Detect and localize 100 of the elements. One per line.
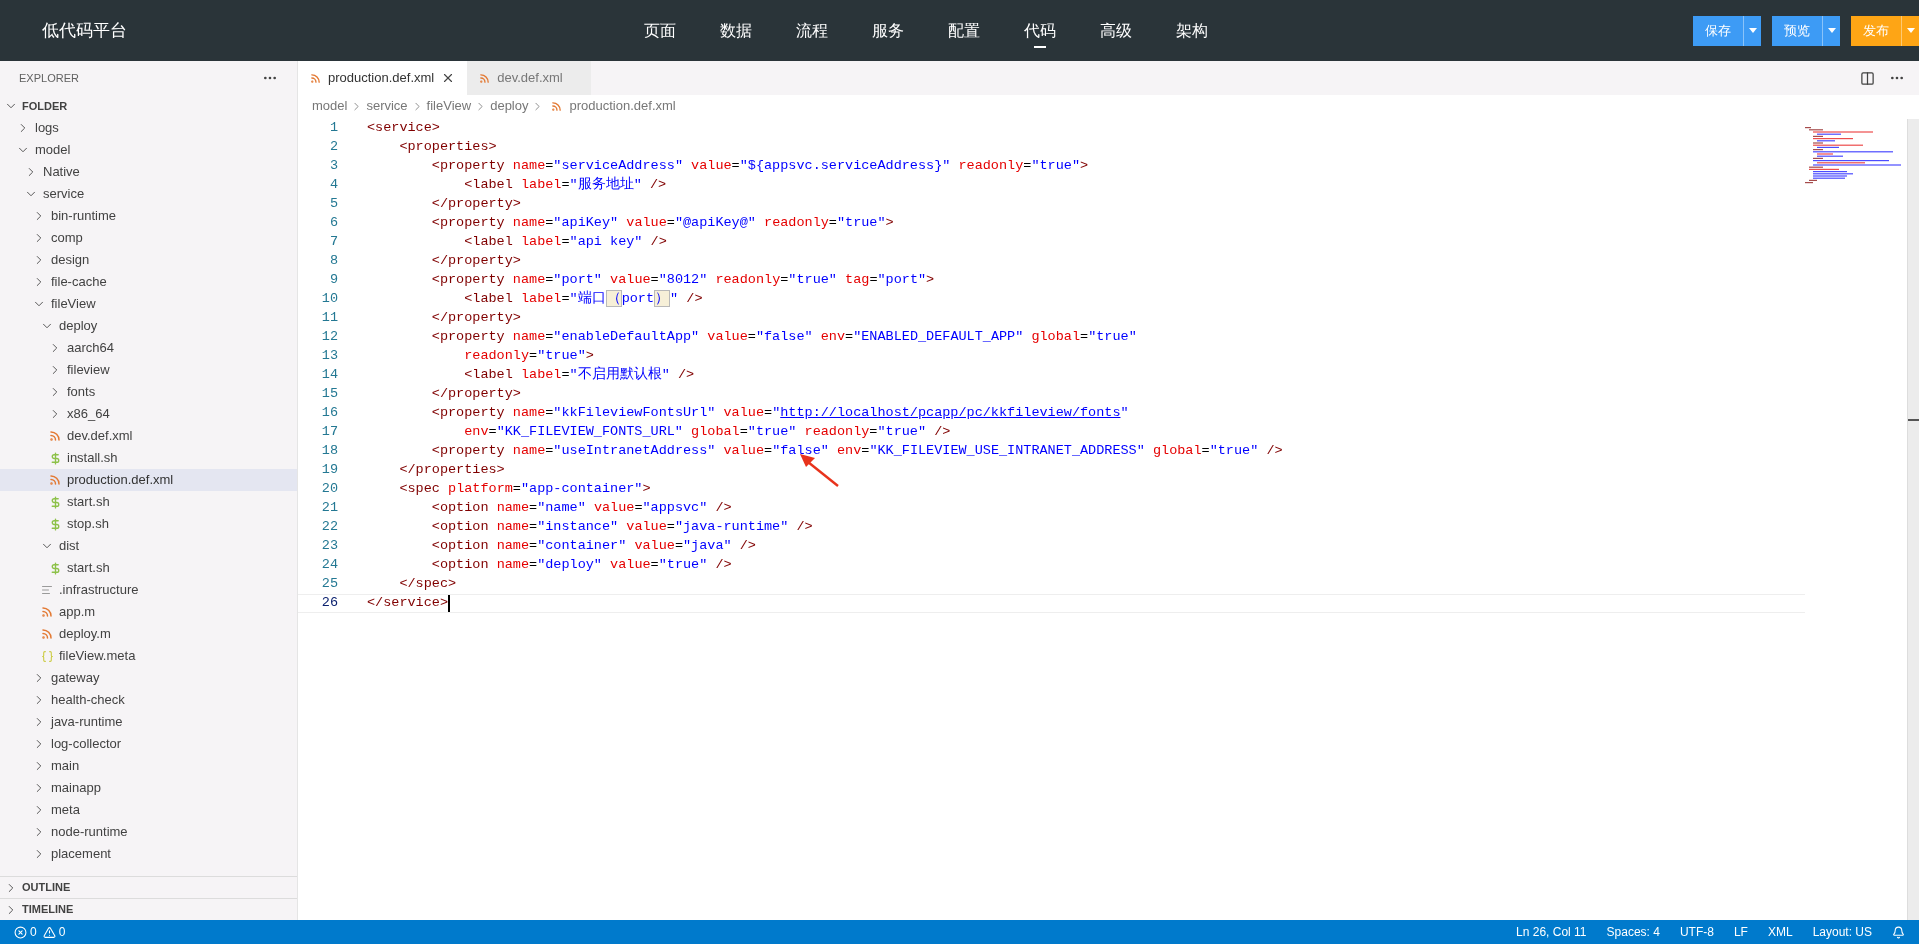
breadcrumb-item[interactable]: fileView xyxy=(426,96,472,116)
code-line: <property name="useIntranetAddress" value="false" env="KK_FILEVIEW_USE_INTRANET_ADDRESS" global="true" /> xyxy=(431,442,1283,461)
code-link[interactable]: http://localhost/pcapp/pc/kkfileview/fonts xyxy=(780,405,1121,421)
line-number: 4 xyxy=(328,176,338,195)
line-number: 9 xyxy=(328,271,338,290)
tree-item[interactable]: Native xyxy=(0,161,297,183)
tree-item[interactable]: design xyxy=(0,249,297,271)
text-file-icon xyxy=(41,584,53,596)
editor-tab[interactable]: dev.def.xml xyxy=(467,61,591,95)
tree-item[interactable]: java-runtime xyxy=(0,711,297,733)
code-line: <property name="port" value="8012" readonly="true" tag="port"> xyxy=(431,271,935,290)
tree-item[interactable]: meta xyxy=(0,799,297,821)
tree-item[interactable]: dev.def.xml xyxy=(0,425,297,447)
tree-item[interactable]: deploy.m xyxy=(0,623,297,645)
error-count[interactable]: 0 xyxy=(30,923,37,941)
tree-item[interactable]: main xyxy=(0,755,297,777)
rss-icon xyxy=(41,628,53,640)
tree-item[interactable]: node-runtime xyxy=(0,821,297,843)
code-line: </property> xyxy=(431,309,521,328)
tree-item[interactable]: model xyxy=(0,139,297,161)
dropdown-button[interactable] xyxy=(1743,15,1761,46)
tree-item[interactable]: install.sh xyxy=(0,447,297,469)
status-item[interactable]: LF xyxy=(1733,923,1748,941)
code-line: </properties> xyxy=(399,461,505,480)
rss-icon xyxy=(41,606,53,618)
code-line: <option name="deploy" value="true" /> xyxy=(431,556,732,575)
line-number: 1 xyxy=(328,119,338,138)
breadcrumb-item[interactable]: production.def.xml xyxy=(569,96,676,116)
tree-item[interactable]: service xyxy=(0,183,297,205)
status-item[interactable]: Ln 26, Col 11 xyxy=(1516,923,1587,941)
code-line: <property name="apiKey" value="@apiKey@" readonly="true"> xyxy=(431,214,894,233)
tree-item[interactable]: fileView xyxy=(0,293,297,315)
caret-icon xyxy=(1906,28,1915,33)
app-title: 低代码平台 xyxy=(42,19,127,42)
tree-item[interactable]: file-cache xyxy=(0,271,297,293)
code-line: readonly="true"> xyxy=(464,347,594,366)
rss-icon xyxy=(479,72,491,84)
line-number: 23 xyxy=(320,537,338,556)
code-line: <label label="不启用默认根" /> xyxy=(464,365,695,385)
tree-item[interactable]: fonts xyxy=(0,381,297,403)
code-line: </property> xyxy=(431,385,521,404)
status-item[interactable]: Spaces: 4 xyxy=(1606,923,1660,941)
error-icon[interactable] xyxy=(14,925,27,939)
line-number: 21 xyxy=(320,499,338,518)
dropdown-button[interactable] xyxy=(1901,15,1919,46)
text-cursor xyxy=(448,595,450,612)
nav-tab[interactable]: 流程 xyxy=(774,0,850,61)
tree-item[interactable]: deploy xyxy=(0,315,297,337)
tree-item[interactable]: comp xyxy=(0,227,297,249)
editor-tab[interactable]: production.def.xml xyxy=(298,61,468,95)
nav-tab[interactable]: 架构 xyxy=(1154,0,1230,61)
tree-item[interactable]: gateway xyxy=(0,667,297,689)
status-item[interactable]: XML xyxy=(1767,923,1793,941)
code-line: <properties> xyxy=(399,138,497,157)
tree-item[interactable]: start.sh xyxy=(0,491,297,513)
section-header[interactable]: FOLDER xyxy=(0,95,297,117)
line-number: 20 xyxy=(320,480,338,499)
code-line: <option name="container" value="java" /> xyxy=(431,537,756,556)
status-item[interactable]: Layout: US xyxy=(1812,923,1872,941)
warning-icon[interactable] xyxy=(42,925,56,939)
split-editor-icon[interactable] xyxy=(1860,70,1875,86)
tree-item[interactable]: fileview xyxy=(0,359,297,381)
bell-icon[interactable] xyxy=(1892,925,1905,939)
nav-tab[interactable]: 数据 xyxy=(698,0,774,61)
status-item[interactable]: UTF-8 xyxy=(1679,923,1714,941)
tree-item[interactable]: fileView.meta xyxy=(0,645,297,667)
code-line: <option name="instance" value="java-runtime" /> xyxy=(431,518,813,537)
tree-item[interactable]: logs xyxy=(0,117,297,139)
tree-item[interactable]: aarch64 xyxy=(0,337,297,359)
tree-item[interactable]: start.sh xyxy=(0,557,297,579)
breadcrumb-item[interactable]: model xyxy=(312,96,348,116)
tree-item[interactable]: placement xyxy=(0,843,297,865)
nav-tab[interactable]: 配置 xyxy=(926,0,1002,61)
tree-item[interactable]: .infrastructure xyxy=(0,579,297,601)
tree-item[interactable]: production.def.xml xyxy=(0,469,297,491)
line-number: 6 xyxy=(328,214,338,233)
nav-tab[interactable]: 服务 xyxy=(850,0,926,61)
tree-item[interactable]: x86_64 xyxy=(0,403,297,425)
code-line: <option name="name" value="appsvc" /> xyxy=(431,499,732,518)
nav-tab[interactable]: 页面 xyxy=(622,0,698,61)
sidebar-title: EXPLORER xyxy=(19,70,79,86)
breadcrumb-item[interactable]: deploy xyxy=(490,96,529,116)
tree-item[interactable]: mainapp xyxy=(0,777,297,799)
nav-tab[interactable]: 高级 xyxy=(1078,0,1154,61)
tree-item[interactable]: health-check xyxy=(0,689,297,711)
code-line: <label label="服务地址" /> xyxy=(464,175,667,195)
line-number: 13 xyxy=(320,347,338,366)
tree-item[interactable]: bin-runtime xyxy=(0,205,297,227)
panel-header[interactable]: OUTLINE xyxy=(0,876,297,898)
breadcrumb-item[interactable]: service xyxy=(366,96,408,116)
nav-tab[interactable]: 代码 xyxy=(1002,0,1078,61)
code-line: <property name="enableDefaultApp" value="false" env="ENABLED_DEFAULT_APP" global="true" xyxy=(431,328,1137,347)
warning-count[interactable]: 0 xyxy=(58,923,66,941)
tree-item[interactable]: dist xyxy=(0,535,297,557)
dropdown-button[interactable] xyxy=(1822,15,1840,46)
tree-item[interactable]: stop.sh xyxy=(0,513,297,535)
line-number: 26 xyxy=(320,594,338,613)
caret-icon xyxy=(1827,28,1836,33)
tree-item[interactable]: log-collector xyxy=(0,733,297,755)
tree-item[interactable]: app.m xyxy=(0,601,297,623)
